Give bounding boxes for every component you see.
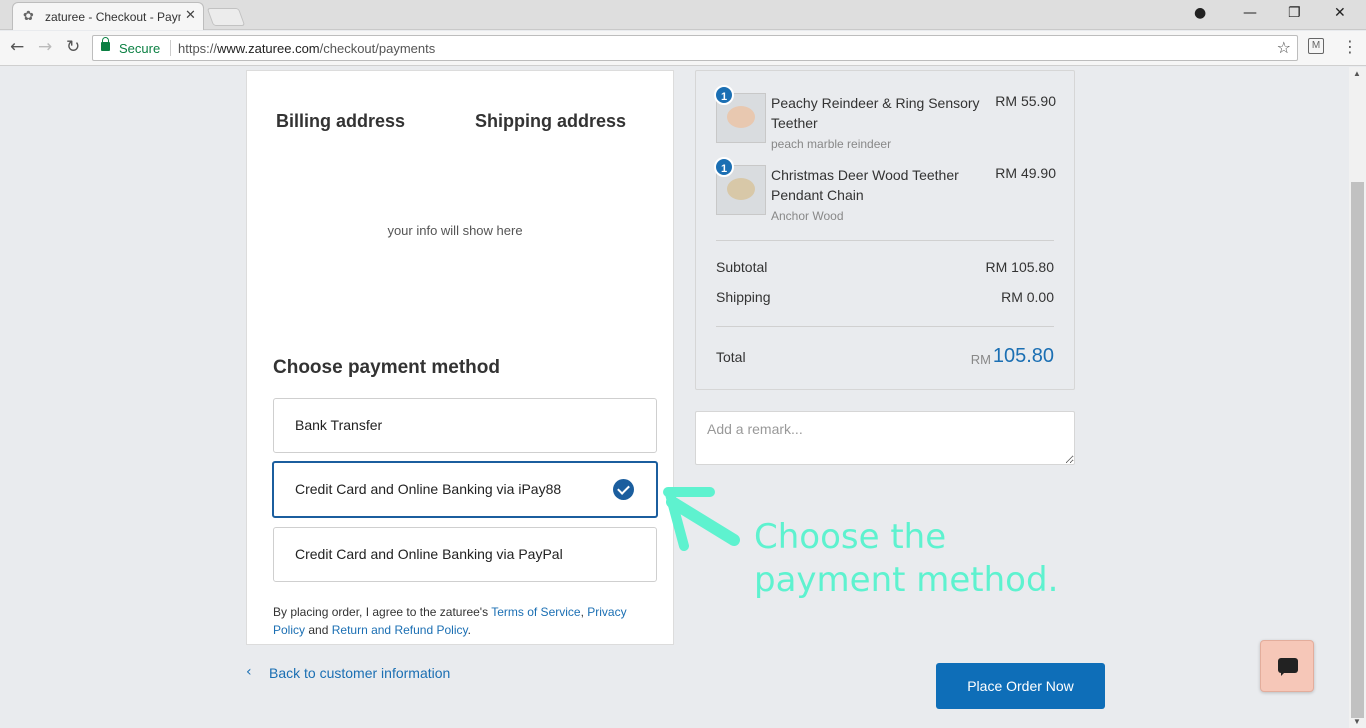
list-item: 1 Christmas Deer Wood Teether Pendant Ch… bbox=[714, 157, 1056, 225]
product-variant: peach marble reindeer bbox=[771, 137, 892, 151]
product-price: RM 49.90 bbox=[995, 165, 1056, 181]
order-summary: 1 Peachy Reindeer & Ring Sensory Teether… bbox=[695, 70, 1075, 390]
site-favicon-icon: ✿ bbox=[23, 9, 34, 24]
payment-option-paypal[interactable]: Credit Card and Online Banking via PayPa… bbox=[273, 527, 657, 582]
url-text: https://www.zaturee.com/checkout/payment… bbox=[178, 41, 436, 56]
address-bar[interactable]: Secure https://www.zaturee.com/checkout/… bbox=[92, 35, 1298, 61]
quantity-badge: 1 bbox=[714, 85, 734, 105]
product-variant: Anchor Wood bbox=[771, 209, 844, 223]
divider bbox=[716, 240, 1054, 241]
divider bbox=[716, 326, 1054, 327]
subtotal-label: Subtotal bbox=[716, 259, 768, 275]
shipping-address-title: Shipping address bbox=[475, 111, 627, 131]
checkout-card: Billing address Shipping address your in… bbox=[246, 70, 674, 645]
terms-notice: By placing order, I agree to the zaturee… bbox=[273, 605, 627, 637]
back-arrow-icon[interactable]: ← bbox=[10, 37, 24, 57]
reload-icon[interactable]: ↻ bbox=[66, 37, 80, 57]
billing-address-title: Billing address bbox=[276, 111, 406, 131]
back-to-customer-info-link[interactable]: Back to customer information bbox=[269, 665, 450, 681]
total-label: Total bbox=[716, 349, 746, 365]
product-name: Peachy Reindeer & Ring Sensory Teether bbox=[771, 95, 980, 131]
url-separator bbox=[170, 40, 171, 56]
total-value: 105.80 bbox=[992, 345, 1054, 367]
payment-option-ipay88[interactable]: Credit Card and Online Banking via iPay8… bbox=[272, 461, 658, 518]
chevron-left-icon[interactable]: ‹ bbox=[246, 664, 252, 680]
scroll-down-icon[interactable]: ▼ bbox=[1353, 717, 1361, 726]
annotation-text: Choose the payment method. bbox=[754, 517, 1059, 600]
new-tab-button[interactable] bbox=[206, 8, 246, 26]
lock-icon bbox=[101, 37, 110, 51]
profile-icon[interactable]: ● bbox=[1194, 5, 1206, 21]
subtotal-value: RM 105.80 bbox=[985, 259, 1054, 275]
restore-icon[interactable]: ❐ bbox=[1288, 5, 1301, 21]
browser-tab[interactable]: ✿ zaturee - Checkout - Payments ✕ bbox=[12, 2, 204, 30]
scroll-up-icon[interactable]: ▲ bbox=[1353, 69, 1361, 78]
payment-option-label: Credit Card and Online Banking via iPay8… bbox=[295, 481, 562, 497]
payment-method-title: Choose payment method bbox=[273, 357, 500, 378]
page-scrollbar[interactable]: ▲ ▼ bbox=[1349, 67, 1366, 728]
close-tab-icon[interactable]: ✕ bbox=[185, 8, 196, 23]
secure-label: Secure bbox=[119, 41, 161, 56]
remark-input[interactable] bbox=[695, 411, 1075, 465]
payment-option-label: Bank Transfer bbox=[295, 417, 383, 433]
list-item: 1 Peachy Reindeer & Ring Sensory Teether… bbox=[714, 85, 1056, 153]
selected-check-icon bbox=[613, 479, 634, 500]
minimize-icon[interactable]: — bbox=[1243, 5, 1257, 21]
shipping-label: Shipping bbox=[716, 289, 771, 305]
forward-arrow-icon[interactable]: → bbox=[38, 37, 52, 57]
product-price: RM 55.90 bbox=[995, 93, 1056, 109]
address-placeholder: your info will show here bbox=[387, 223, 523, 238]
quantity-badge: 1 bbox=[714, 157, 734, 177]
scroll-thumb[interactable] bbox=[1351, 182, 1364, 718]
browser-menu-icon[interactable]: ⋮ bbox=[1342, 37, 1358, 56]
annotation-arrow-icon bbox=[663, 487, 740, 551]
browser-tab-bar: ✿ zaturee - Checkout - Payments ✕ ● — ❐ … bbox=[0, 0, 1366, 30]
extension-icon[interactable]: M bbox=[1308, 38, 1324, 54]
close-window-icon[interactable]: ✕ bbox=[1334, 5, 1346, 21]
chat-bubble-icon bbox=[1278, 658, 1298, 676]
refund-policy-link[interactable]: Return and Refund Policy bbox=[332, 623, 468, 637]
payment-option-label: Credit Card and Online Banking via PayPa… bbox=[295, 546, 563, 562]
total-currency: RM bbox=[970, 352, 991, 367]
payment-option-bank-transfer[interactable]: Bank Transfer bbox=[273, 398, 657, 453]
tab-title: zaturee - Checkout - Payments bbox=[45, 10, 181, 24]
place-order-button[interactable]: Place Order Now bbox=[936, 663, 1105, 709]
product-name: Christmas Deer Wood Teether Pendant Chai… bbox=[771, 167, 959, 203]
shipping-value: RM 0.00 bbox=[1001, 289, 1054, 305]
browser-toolbar: ← → ↻ Secure https://www.zaturee.com/che… bbox=[0, 31, 1366, 66]
bookmark-star-icon[interactable]: ☆ bbox=[1277, 38, 1291, 57]
chat-widget-button[interactable] bbox=[1260, 640, 1314, 692]
terms-of-service-link[interactable]: Terms of Service bbox=[491, 605, 580, 619]
